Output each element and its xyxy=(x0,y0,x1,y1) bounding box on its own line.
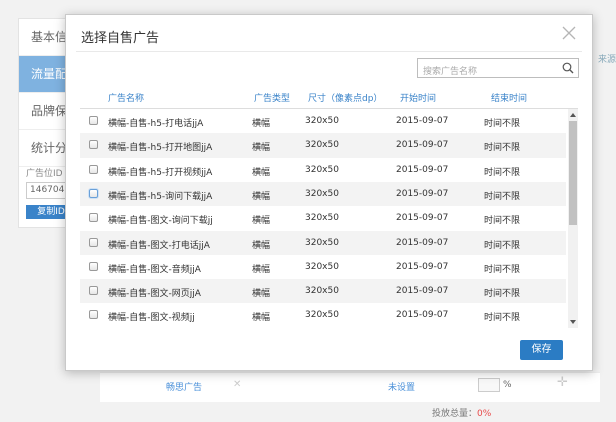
row-checkbox[interactable] xyxy=(89,237,98,247)
add-icon[interactable]: ✛ xyxy=(557,375,568,390)
ad-size: 320x50 xyxy=(305,237,339,248)
row-checkbox[interactable] xyxy=(89,140,98,150)
ad-row-label: 畅思广告 xyxy=(166,383,203,393)
ad-type: 横幅 xyxy=(252,119,271,129)
table-row[interactable]: 横幅-自售-h5-打开地图jjA 横幅 320x50 2015-09-07 时间… xyxy=(80,133,566,158)
search-box[interactable] xyxy=(417,58,579,81)
table-row[interactable]: 横幅-自售-图文-打电话jjA 横幅 320x50 2015-09-07 时间不… xyxy=(80,230,566,255)
ad-name: 横幅-自售-h5-询问下载jjA xyxy=(108,191,213,202)
column-header-start: 开始时间 xyxy=(400,94,437,104)
row-checkbox[interactable] xyxy=(89,310,98,320)
ad-type: 横幅 xyxy=(252,313,271,324)
ad-type: 横幅 xyxy=(252,191,271,202)
ad-end: 时间不限 xyxy=(484,143,521,154)
column-header-size: 尺寸（像素点dp） xyxy=(308,94,383,104)
ad-size: 320x50 xyxy=(305,116,339,126)
ad-start: 2015-09-07 xyxy=(396,116,449,126)
ad-type: 横幅 xyxy=(252,143,271,154)
ad-end: 时间不限 xyxy=(484,167,521,178)
select-ad-dialog: 选择自售广告 广告名称 广告类型 尺寸（像素点dp） 开始时间 结束时间 横幅-… xyxy=(65,14,593,371)
ad-type: 横幅 xyxy=(252,216,271,227)
dialog-title: 选择自售广告 xyxy=(81,31,160,46)
row-checkbox[interactable] xyxy=(89,116,98,125)
ad-start: 2015-09-07 xyxy=(396,237,449,248)
percent-sign: % xyxy=(503,380,512,390)
row-checkbox[interactable] xyxy=(89,261,98,271)
table-row[interactable]: 横幅-自售-图文-音频jjA 横幅 320x50 2015-09-07 时间不限 xyxy=(80,255,566,279)
ad-end: 时间不限 xyxy=(484,240,521,251)
column-header-end: 结束时间 xyxy=(491,94,528,104)
ad-size: 320x50 xyxy=(305,261,339,272)
column-header-name: 广告名称 xyxy=(108,94,145,104)
row-checkbox[interactable] xyxy=(89,213,98,223)
ad-start: 2015-09-07 xyxy=(396,261,449,272)
ad-start: 2015-09-07 xyxy=(396,188,449,199)
ad-start: 2015-09-07 xyxy=(396,164,449,175)
ad-type: 横幅 xyxy=(252,264,271,275)
ad-name: 横幅-自售-图文-询问下载jj xyxy=(108,216,213,227)
ad-name: 横幅-自售-h5-打开视频jjA xyxy=(108,167,213,178)
total-volume: 投放总量：0% xyxy=(432,406,491,419)
ad-name: 横幅-自售-h5-打开地图jjA xyxy=(108,143,213,154)
ad-end: 时间不限 xyxy=(484,289,521,300)
search-icon[interactable] xyxy=(562,62,574,74)
ad-end: 时间不限 xyxy=(484,191,521,202)
ad-name: 横幅-自售-h5-打电话jjA xyxy=(108,119,204,129)
table-row[interactable]: 横幅-自售-h5-打开视频jjA 横幅 320x50 2015-09-07 时间… xyxy=(80,158,566,182)
ad-type: 横幅 xyxy=(252,240,271,251)
column-header-type: 广告类型 xyxy=(254,94,291,104)
table-row[interactable]: 横幅-自售-h5-打电话jjA 横幅 320x50 2015-09-07 时间不… xyxy=(80,109,566,133)
table-scrollbar[interactable] xyxy=(568,109,578,328)
ad-size: 320x50 xyxy=(305,213,339,224)
ad-size: 320x50 xyxy=(305,286,339,297)
ad-end: 时间不限 xyxy=(484,313,521,324)
row-checkbox[interactable] xyxy=(89,188,98,198)
close-icon[interactable] xyxy=(560,24,578,42)
ad-type: 横幅 xyxy=(252,167,271,178)
table-row[interactable]: 横幅-自售-图文-视频jj 横幅 320x50 2015-09-07 时间不限 xyxy=(80,303,566,327)
source-link[interactable]: 来源 xyxy=(598,52,616,65)
ad-size: 320x50 xyxy=(305,310,339,321)
ad-table-body: 横幅-自售-h5-打电话jjA 横幅 320x50 2015-09-07 时间不… xyxy=(80,109,578,328)
ad-start: 2015-09-07 xyxy=(396,213,449,224)
table-row[interactable]: 横幅-自售-图文-询问下载jj 横幅 320x50 2015-09-07 时间不… xyxy=(80,206,566,230)
table-row[interactable]: 横幅-自售-图文-网页jjA 横幅 320x50 2015-09-07 时间不限 xyxy=(80,279,566,304)
ad-type: 横幅 xyxy=(252,289,271,300)
title-divider xyxy=(76,51,582,52)
scroll-down-arrow-icon[interactable] xyxy=(568,318,578,326)
ad-start: 2015-09-07 xyxy=(396,140,449,151)
ad-size: 320x50 xyxy=(305,140,339,151)
ad-name: 横幅-自售-图文-视频jj xyxy=(108,313,195,324)
ad-end: 时间不限 xyxy=(484,119,521,129)
scroll-up-arrow-icon[interactable] xyxy=(568,111,578,119)
save-button[interactable]: 保存 xyxy=(520,340,563,360)
ad-name: 横幅-自售-图文-音频jjA xyxy=(108,264,201,275)
table-header: 广告名称 广告类型 尺寸（像素点dp） 开始时间 结束时间 xyxy=(80,89,578,109)
ad-size: 320x50 xyxy=(305,164,339,175)
table-row[interactable]: 横幅-自售-h5-询问下载jjA 横幅 320x50 2015-09-07 时间… xyxy=(80,181,566,207)
row-checkbox[interactable] xyxy=(89,286,98,296)
ad-start: 2015-09-07 xyxy=(396,310,449,321)
total-volume-label: 投放总量： xyxy=(432,409,478,419)
ad-end: 时间不限 xyxy=(484,216,521,227)
ad-size: 320x50 xyxy=(305,188,339,199)
ad-name: 横幅-自售-图文-打电话jjA xyxy=(108,240,210,251)
ad-name: 横幅-自售-图文-网页jjA xyxy=(108,289,201,300)
ad-slot-id-label: 广告位ID xyxy=(26,169,63,179)
ad-row-status[interactable]: 未设置 xyxy=(388,380,415,393)
search-input[interactable] xyxy=(418,63,556,81)
remove-icon[interactable]: ✕ xyxy=(233,379,241,390)
scroll-thumb[interactable] xyxy=(569,121,577,225)
percentage-input[interactable] xyxy=(478,378,500,392)
row-checkbox[interactable] xyxy=(89,164,98,174)
ad-start: 2015-09-07 xyxy=(396,286,449,297)
total-volume-value: 0% xyxy=(477,409,492,419)
ad-end: 时间不限 xyxy=(484,264,521,275)
